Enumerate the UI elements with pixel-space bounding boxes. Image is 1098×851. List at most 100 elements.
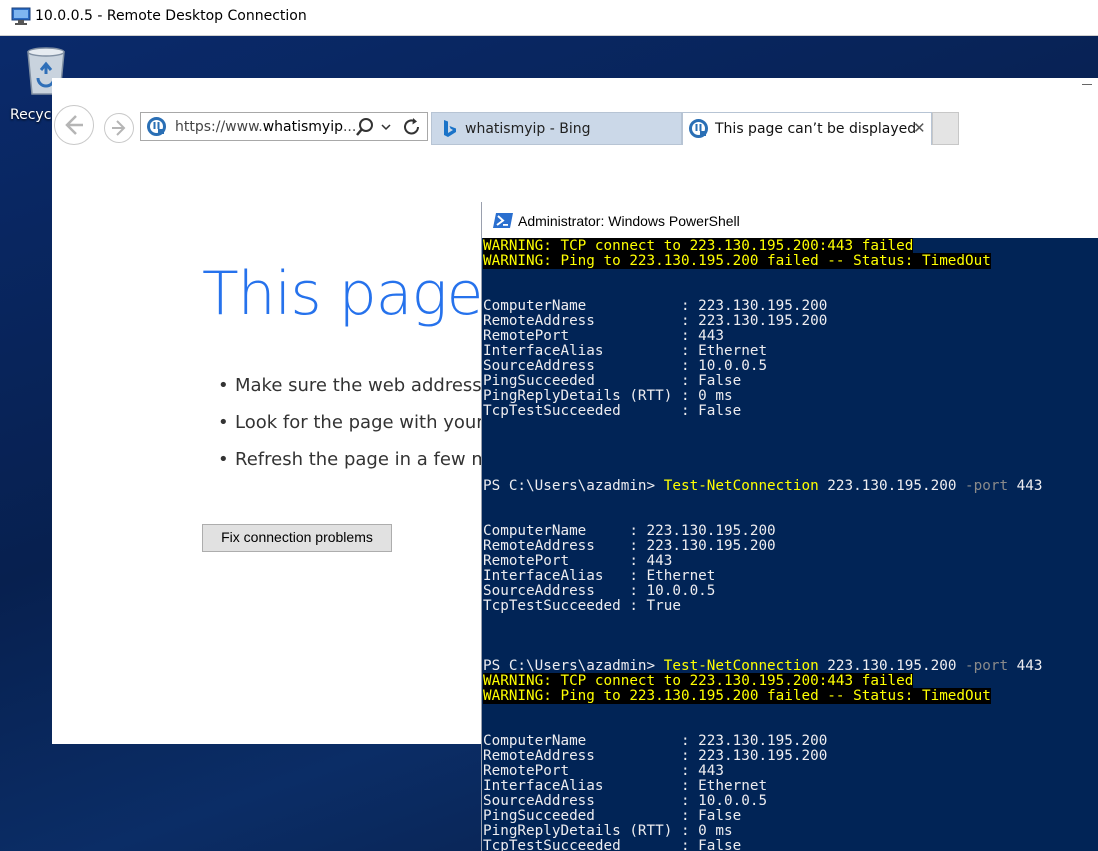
tab-error-page[interactable]: This page can’t be displayed ✕: [682, 112, 932, 145]
console-output-line: TcpTestSucceeded : True: [483, 599, 1098, 614]
console-line-text: TcpTestSucceeded : False: [483, 838, 742, 851]
minimize-icon[interactable]: [1082, 84, 1092, 85]
console-line-text: RemotePort : 443: [483, 553, 673, 569]
console-line-text: PingReplyDetails (RTT) : 0 ms: [483, 388, 733, 404]
console-line-text: RemoteAddress : 223.130.195.200: [483, 538, 776, 554]
address-url[interactable]: https://www.whatismyip...: [175, 119, 356, 135]
suggestion-item: Refresh the page in a few m: [218, 449, 489, 470]
console-line-text: SourceAddress : 10.0.0.5: [483, 793, 768, 809]
console-line-text: InterfaceAlias : Ethernet: [483, 778, 768, 794]
back-button[interactable]: [54, 105, 94, 145]
close-tab-icon[interactable]: ✕: [913, 119, 926, 137]
console-output-line: ComputerName : 223.130.195.200: [483, 524, 1098, 539]
console-output-line: PingSucceeded : False: [483, 374, 1098, 389]
tab-error-page-label: This page can’t be displayed: [715, 121, 917, 137]
console-output-line: RemotePort : 443: [483, 329, 1098, 344]
console-line-text: SourceAddress : 10.0.0.5: [483, 358, 768, 374]
console-output-line: PingSucceeded : False: [483, 809, 1098, 824]
console-command: Test-NetConnection: [663, 478, 819, 494]
console-output-line: PingReplyDetails (RTT) : 0 ms: [483, 824, 1098, 839]
console-line-text: PingReplyDetails (RTT) : 0 ms: [483, 823, 733, 839]
console-line-text: PingSucceeded : False: [483, 808, 742, 824]
site-favicon-icon: [147, 117, 166, 136]
console-line-text: WARNING: Ping to 223.130.195.200 failed …: [483, 253, 991, 269]
console-warning-line: WARNING: TCP connect to 223.130.195.200:…: [483, 673, 1098, 689]
console-line-text: SourceAddress : 10.0.0.5: [483, 583, 716, 599]
search-icon[interactable]: [355, 117, 375, 137]
chevron-down-icon[interactable]: [379, 118, 393, 136]
console-param-value: 443: [1008, 478, 1043, 494]
console-output-line: InterfaceAlias : Ethernet: [483, 779, 1098, 794]
address-url-domain: whatismyip: [262, 119, 343, 135]
console-param: -port: [965, 478, 1009, 494]
remote-desktop: Recycl https://www.whatismyip... whatism…: [0, 36, 1098, 851]
console-line-text: RemotePort : 443: [483, 328, 725, 344]
tab-bing-label: whatismyip - Bing: [465, 121, 591, 137]
console-param-value: 443: [1008, 658, 1043, 674]
console-output-line: ComputerName : 223.130.195.200: [483, 734, 1098, 749]
console-output-line: RemotePort : 443: [483, 764, 1098, 779]
powershell-icon: [493, 213, 513, 228]
console-target: 223.130.195.200: [818, 658, 966, 674]
console-line-text: WARNING: TCP connect to 223.130.195.200:…: [483, 238, 914, 254]
console-output-line: TcpTestSucceeded : False: [483, 839, 1098, 851]
recycle-bin-label: Recycl: [10, 107, 56, 123]
refresh-icon[interactable]: [401, 116, 423, 138]
console-command-line: PS C:\Users\azadmin> Test-NetConnection …: [483, 659, 1098, 674]
console-output-line: RemoteAddress : 223.130.195.200: [483, 539, 1098, 554]
console-param: -port: [965, 658, 1009, 674]
console-line-text: ComputerName : 223.130.195.200: [483, 523, 776, 539]
console-output-line: SourceAddress : 10.0.0.5: [483, 359, 1098, 374]
forward-arrow-icon: [112, 120, 126, 136]
console-warning-line: WARNING: Ping to 223.130.195.200 failed …: [483, 253, 1098, 269]
fix-connection-problems-button[interactable]: Fix connection problems: [202, 524, 392, 552]
console-target: 223.130.195.200: [818, 478, 966, 494]
remote-desktop-icon: [11, 7, 31, 25]
console-line-text: RemotePort : 443: [483, 763, 725, 779]
console-output-line: ComputerName : 223.130.195.200: [483, 299, 1098, 314]
console-line-text: ComputerName : 223.130.195.200: [483, 733, 828, 749]
console-line-text: RemoteAddress : 223.130.195.200: [483, 748, 828, 764]
console-line-text: WARNING: TCP connect to 223.130.195.200:…: [483, 673, 914, 689]
back-arrow-icon: [65, 115, 83, 135]
powershell-window[interactable]: Administrator: Windows PowerShell WARNIN…: [481, 202, 1098, 851]
rdp-title-bar[interactable]: 10.0.0.5 - Remote Desktop Connection: [0, 0, 1098, 36]
console-output-line: RemotePort : 443: [483, 554, 1098, 569]
address-bar[interactable]: https://www.whatismyip...: [140, 112, 428, 141]
console-line-text: TcpTestSucceeded : True: [483, 598, 681, 614]
powershell-title-bar[interactable]: Administrator: Windows PowerShell: [482, 202, 1098, 238]
console-output-line: TcpTestSucceeded : False: [483, 404, 1098, 419]
console-output-line: InterfaceAlias : Ethernet: [483, 569, 1098, 584]
console-prompt: PS C:\Users\azadmin>: [483, 478, 664, 494]
console-line-text: ComputerName : 223.130.195.200: [483, 298, 828, 314]
console-line-text: RemoteAddress : 223.130.195.200: [483, 313, 828, 329]
bing-icon: [444, 120, 456, 137]
console-output[interactable]: WARNING: TCP connect to 223.130.195.200:…: [483, 238, 1098, 851]
console-line-text: TcpTestSucceeded : False: [483, 403, 742, 419]
address-url-prefix: https://www.: [175, 119, 263, 135]
suggestion-item: Look for the page with your: [218, 412, 484, 433]
forward-button[interactable]: [104, 113, 134, 143]
tab-bing[interactable]: whatismyip - Bing: [431, 112, 682, 145]
site-favicon-icon: [689, 119, 708, 138]
console-output-line: InterfaceAlias : Ethernet: [483, 344, 1098, 359]
console-output-line: SourceAddress : 10.0.0.5: [483, 794, 1098, 809]
console-warning-line: WARNING: Ping to 223.130.195.200 failed …: [483, 688, 1098, 704]
console-line-text: InterfaceAlias : Ethernet: [483, 568, 716, 584]
console-line-text: InterfaceAlias : Ethernet: [483, 343, 768, 359]
new-tab-button[interactable]: [932, 112, 959, 145]
console-command: Test-NetConnection: [663, 658, 819, 674]
console-output-line: RemoteAddress : 223.130.195.200: [483, 314, 1098, 329]
rdp-window-title: 10.0.0.5 - Remote Desktop Connection: [35, 8, 307, 24]
console-output-line: RemoteAddress : 223.130.195.200: [483, 749, 1098, 764]
